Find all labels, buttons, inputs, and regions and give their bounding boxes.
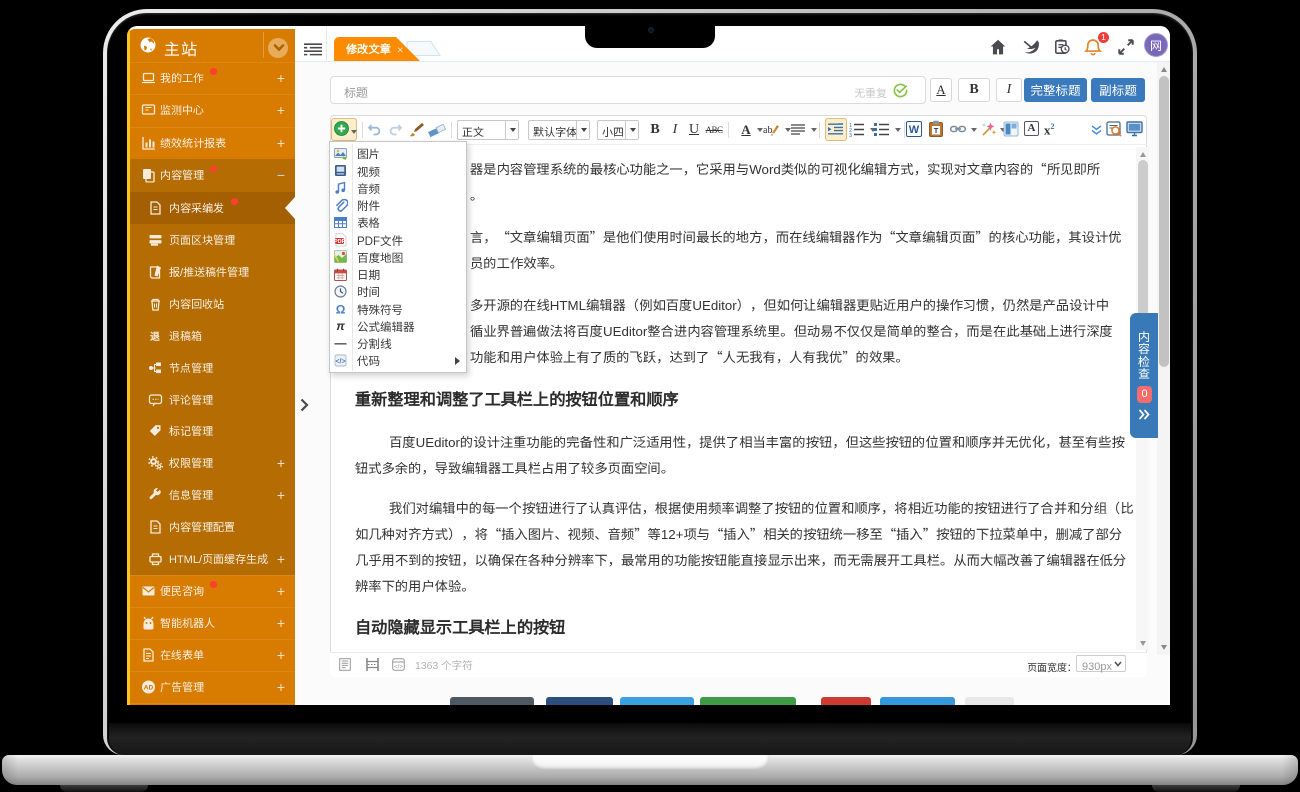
svg-text:</>: </> — [335, 356, 345, 366]
svg-text:3: 3 — [849, 131, 852, 137]
svg-text:</>: </> — [394, 662, 403, 671]
svg-text:AD: AD — [144, 682, 154, 692]
svg-text:π: π — [336, 319, 345, 333]
svg-text:×: × — [397, 42, 403, 58]
svg-text:退: 退 — [150, 328, 161, 343]
svg-text:T: T — [934, 125, 939, 136]
svg-text:PDF: PDF — [334, 237, 346, 245]
svg-text:修改文章: 修改文章 — [346, 41, 391, 57]
svg-text:ab: ab — [763, 125, 772, 136]
svg-text:Ω: Ω — [336, 302, 346, 316]
